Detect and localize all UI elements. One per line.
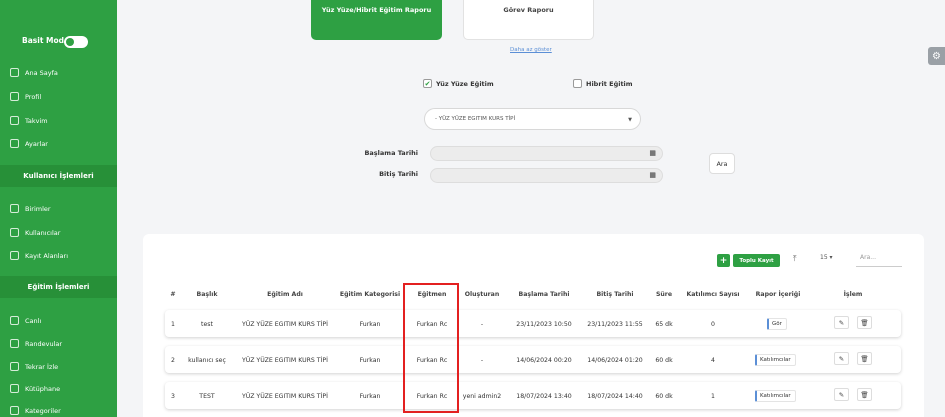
- col-header-sure: Süre: [655, 291, 673, 298]
- sidebar-item-kategoriler[interactable]: Kategoriler: [10, 406, 61, 415]
- delete-icon[interactable]: 🗑: [857, 316, 872, 329]
- checkbox-yuz-yuze[interactable]: ✔ Yüz Yüze Eğitim: [423, 79, 494, 88]
- cell-katilimci: 4: [711, 357, 715, 364]
- per-page-select[interactable]: 15 ▾: [820, 254, 833, 261]
- kurs-tipi-select[interactable]: - YÜZ YÜZE EGITIM KURS TİPİ ▼: [424, 108, 641, 130]
- toplu-kayit-button[interactable]: Toplu Kayıt: [733, 254, 780, 267]
- edit-icon[interactable]: ✎: [834, 352, 849, 365]
- col-header-index: #: [170, 291, 176, 298]
- col-header-katilimci: Katılımcı Sayısı: [686, 291, 740, 298]
- cell-egitim-adi: YÜZ YÜZE EGITIM KURS TİPİ: [242, 393, 328, 400]
- sidebar: Basit Mod Ana Sayfa Profil Takvim Ayarla…: [0, 0, 117, 417]
- cell-baslama: 14/06/2024 00:20: [516, 357, 572, 364]
- col-header-islem: İşlem: [843, 291, 863, 298]
- col-header-rapor: Rapor İçeriği: [755, 291, 801, 298]
- edit-icon[interactable]: ✎: [834, 316, 849, 329]
- bitis-tarihi-input[interactable]: ▦: [430, 168, 663, 183]
- delete-icon[interactable]: 🗑: [857, 352, 872, 365]
- cell-baslama: 18/07/2024 13:40: [516, 393, 572, 400]
- form-icon: [10, 251, 19, 260]
- sidebar-section-kullanici: Kullanıcı İşlemleri: [0, 165, 117, 187]
- egitmen-column-highlight: [403, 283, 459, 413]
- baslama-tarihi-label: Başlama Tarihi: [364, 149, 418, 157]
- upload-icon[interactable]: ⤒: [793, 254, 797, 264]
- users-icon: [10, 228, 19, 237]
- sidebar-item-ayarlar[interactable]: Ayarlar: [10, 139, 48, 148]
- cell-olusturan: -: [480, 321, 484, 328]
- sidebar-item-kullanicilar[interactable]: Kullanıcılar: [10, 228, 60, 237]
- cell-baslik: test: [201, 321, 213, 328]
- daha-az-goster-link[interactable]: Daha az göster: [510, 47, 552, 53]
- cell-sure: 60 dk: [655, 357, 673, 364]
- col-header-olusturan: Oluşturan: [464, 291, 500, 298]
- sidebar-item-ana-sayfa[interactable]: Ana Sayfa: [10, 68, 58, 77]
- cell-kategori: Furkan: [359, 321, 381, 328]
- gear-icon: [10, 139, 19, 148]
- col-header-baslik: Başlık: [196, 291, 218, 298]
- sidebar-item-profil[interactable]: Profil: [10, 92, 41, 101]
- sidebar-item-birimler[interactable]: Birimler: [10, 204, 51, 213]
- col-header-baslama: Başlama Tarihi: [518, 291, 570, 298]
- cell-olusturan: yeni admin2: [462, 393, 502, 400]
- tab-gorev-rapor[interactable]: Görev Raporu: [463, 0, 594, 40]
- checkbox-checked-icon[interactable]: ✔: [423, 79, 432, 88]
- cell-katilimci: 1: [711, 393, 715, 400]
- table-search-input[interactable]: Ara...: [856, 251, 902, 267]
- tab-yuz-yuze-rapor[interactable]: Yüz Yüze/Hibrit Eğitim Raporu: [311, 0, 442, 40]
- edit-icon[interactable]: ✎: [834, 388, 849, 401]
- calendar-icon[interactable]: ▦: [649, 171, 656, 179]
- col-header-kategori: Eğitim Kategorisi: [339, 291, 401, 298]
- caret-down-icon: ▼: [628, 117, 632, 123]
- cell-baslik: TEST: [199, 393, 215, 400]
- replay-icon: [10, 362, 19, 371]
- col-header-egitim-adi: Eğitim Adı: [267, 291, 303, 298]
- cell-bitis: 23/11/2023 11:55: [587, 321, 643, 328]
- rapor-katilimcilar-button[interactable]: Katılımcılar: [755, 354, 796, 366]
- cell-katilimci: 0: [711, 321, 715, 328]
- calendar-icon[interactable]: ▦: [649, 149, 656, 157]
- cell-index: 1: [171, 321, 175, 328]
- library-icon: [10, 384, 19, 393]
- cell-sure: 65 dk: [655, 321, 673, 328]
- cell-index: 3: [171, 393, 175, 400]
- baslama-tarihi-input[interactable]: ▦: [430, 146, 663, 161]
- checkbox-empty-icon[interactable]: [573, 79, 582, 88]
- sidebar-item-canli[interactable]: Canlı: [10, 316, 41, 325]
- building-icon: [10, 204, 19, 213]
- sidebar-item-kayit-alanlari[interactable]: Kayıt Alanları: [10, 251, 68, 260]
- sidebar-item-tekrar-izle[interactable]: Tekrar İzle: [10, 362, 58, 371]
- cell-bitis: 18/07/2024 14:40: [587, 393, 643, 400]
- cell-bitis: 14/06/2024 01:20: [587, 357, 643, 364]
- cell-olusturan: -: [480, 357, 484, 364]
- live-icon: [10, 316, 19, 325]
- calendar-icon: [10, 116, 19, 125]
- sidebar-item-randevular[interactable]: Randevular: [10, 339, 62, 348]
- home-icon: [10, 68, 19, 77]
- sidebar-item-kutuphane[interactable]: Kütüphane: [10, 384, 60, 393]
- basit-mod-toggle[interactable]: [64, 36, 88, 48]
- cell-sure: 60 dk: [655, 393, 673, 400]
- cell-kategori: Furkan: [359, 393, 381, 400]
- basit-mod-label: Basit Mod: [22, 36, 64, 45]
- user-icon: [10, 92, 19, 101]
- col-header-bitis: Bitiş Tarihi: [596, 291, 634, 298]
- delete-icon[interactable]: 🗑: [857, 388, 872, 401]
- rapor-gor-button[interactable]: Gör: [767, 318, 787, 330]
- appointment-icon: [10, 339, 19, 348]
- rapor-katilimcilar-button[interactable]: Katılımcılar: [755, 390, 796, 402]
- sidebar-section-egitim: Eğitim İşlemleri: [0, 276, 117, 298]
- cell-egitim-adi: YÜZ YÜZE EGITIM KURS TİPİ: [242, 357, 328, 364]
- ara-button[interactable]: Ara: [709, 153, 735, 174]
- cell-index: 2: [171, 357, 175, 364]
- cell-egitim-adi: YÜZ YÜZE EGITIM KURS TİPİ: [242, 321, 328, 328]
- cell-baslama: 23/11/2023 10:50: [516, 321, 572, 328]
- sidebar-item-takvim[interactable]: Takvim: [10, 116, 48, 125]
- category-icon: [10, 406, 19, 415]
- bitis-tarihi-label: Bitiş Tarihi: [379, 170, 418, 178]
- cell-kategori: Furkan: [359, 357, 381, 364]
- checkbox-hibrit[interactable]: Hibrit Eğitim: [573, 79, 633, 88]
- add-button[interactable]: +: [717, 254, 730, 267]
- settings-gear-icon[interactable]: ⚙: [928, 47, 945, 65]
- cell-baslik: kullanıcı seç: [188, 357, 226, 364]
